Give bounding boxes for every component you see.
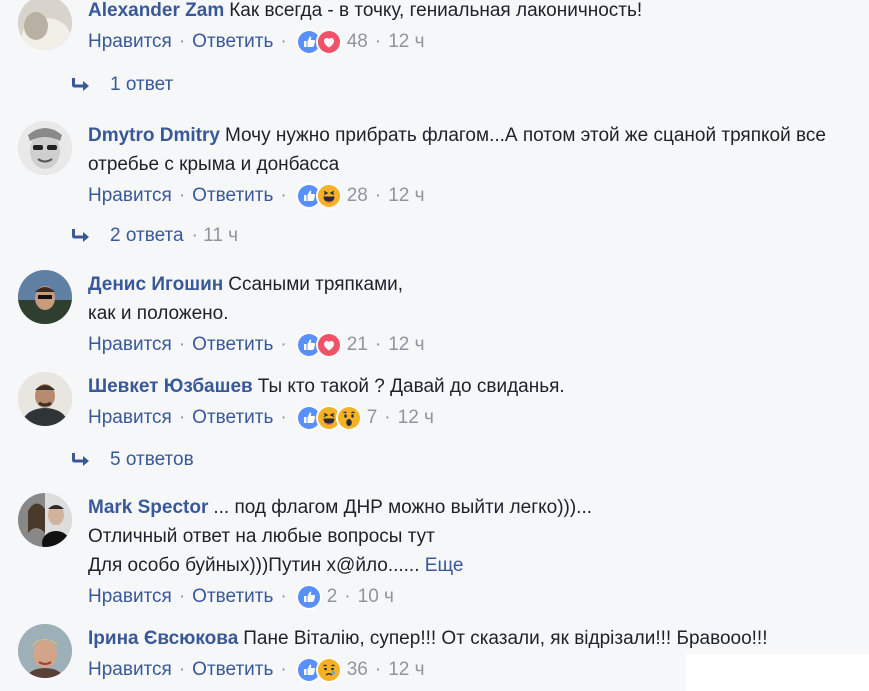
comment-text: Alexander Zam Как всегда - в точку, гениа…: [88, 0, 858, 25]
separator-dot: ·: [178, 586, 186, 607]
separator-dot: ·: [344, 586, 351, 607]
reactions-summary[interactable]: [295, 405, 362, 431]
like-reaction-icon: [295, 584, 322, 610]
reply-arrow-icon: [72, 453, 89, 466]
separator-dot: ·: [178, 659, 186, 680]
comment-timestamp[interactable]: 12 ч: [388, 185, 424, 207]
separator-dot: ·: [178, 31, 186, 52]
replies-count[interactable]: 1 ответ: [110, 74, 173, 96]
separator-dot: ·: [384, 407, 391, 428]
separator-dot: ·: [374, 334, 382, 355]
comment-author[interactable]: Mark Spector: [88, 497, 208, 518]
avatar[interactable]: [18, 270, 72, 324]
like-button[interactable]: Нравится: [88, 185, 172, 207]
comment-actions: Нравится · Ответить · 28 · 12 ч: [88, 181, 858, 211]
like-button[interactable]: Нравится: [88, 407, 172, 429]
comment-text: Mark Spector... под флагом ДНР можно вый…: [88, 493, 858, 580]
comment-body-line: как и положено.: [88, 303, 229, 324]
comment-body: Как всегда - в точку, гениальная лаконич…: [229, 0, 643, 21]
avatar[interactable]: [18, 493, 72, 547]
love-reaction-icon: [315, 29, 342, 55]
separator-dot: ·: [374, 659, 382, 680]
comment-body: ... под флагом ДНР можно выйти легко))).…: [213, 497, 593, 518]
reaction-count[interactable]: 28: [347, 185, 368, 207]
separator-dot: ·: [374, 31, 382, 52]
separator-dot: ·: [280, 334, 287, 355]
reply-button[interactable]: Ответить: [192, 659, 273, 681]
haha-reaction-icon: [315, 183, 342, 209]
separator-dot: ·: [178, 407, 186, 428]
comment-actions: Нравится · Ответить · 7 · 12 ч: [88, 403, 858, 433]
wow-reaction-icon: [335, 405, 362, 431]
reactions-summary[interactable]: [295, 29, 342, 55]
reply-button[interactable]: Ответить: [192, 586, 273, 608]
comment-timestamp[interactable]: 12 ч: [388, 31, 424, 53]
comment-author[interactable]: Шевкет Юзбашев: [88, 376, 253, 397]
reply-arrow-icon: [72, 229, 89, 242]
comment-body: Ссаными тряпками,: [228, 274, 404, 295]
replies-count[interactable]: 2 ответа: [110, 225, 184, 247]
separator-dot: ·: [178, 334, 186, 355]
like-button[interactable]: Нравится: [88, 334, 172, 356]
like-button[interactable]: Нравится: [88, 659, 172, 681]
comment-timestamp[interactable]: 12 ч: [398, 407, 434, 429]
avatar[interactable]: [18, 372, 72, 426]
separator-dot: ·: [280, 407, 287, 428]
comment-actions: Нравится · Ответить · 21 · 12 ч: [88, 330, 858, 360]
reaction-count[interactable]: 21: [347, 334, 368, 356]
love-reaction-icon: [315, 332, 342, 358]
comment-text: Ірина Євсюкова Пане Віталію, супер!!! От …: [88, 624, 858, 653]
separator-dot: ·: [280, 586, 287, 607]
comment-body: Ты кто такой ? Давай до свиданья.: [257, 376, 565, 397]
separator-dot: ·: [280, 659, 287, 680]
separator-dot: ·: [374, 185, 382, 206]
avatar[interactable]: [18, 121, 72, 175]
reply-button[interactable]: Ответить: [192, 407, 273, 429]
reactions-summary[interactable]: [295, 332, 342, 358]
reply-button[interactable]: Ответить: [192, 185, 273, 207]
reply-button[interactable]: Ответить: [192, 31, 273, 53]
comment-text: Шевкет Юзбашев Ты кто такой ? Давай до св…: [88, 372, 858, 401]
replies-count[interactable]: 5 ответов: [110, 449, 194, 471]
comment-text: Денис Игошин Ссаными тряпками, как и полож…: [88, 270, 858, 328]
overlay-patch: [686, 654, 869, 691]
separator-dot: ·: [178, 185, 186, 206]
reply-button[interactable]: Ответить: [192, 334, 273, 356]
see-more-link[interactable]: Еще: [425, 555, 464, 576]
comment-author[interactable]: Alexander Zam: [88, 0, 224, 21]
sad-reaction-icon: [315, 657, 342, 683]
comment-author[interactable]: Денис Игошин: [88, 274, 223, 295]
reaction-count[interactable]: 7: [367, 407, 378, 429]
separator-dot: ·: [280, 185, 287, 206]
replies-timestamp: · 11 ч: [191, 225, 239, 246]
comment-timestamp[interactable]: 10 ч: [358, 586, 394, 608]
view-replies-link[interactable]: 5 ответов: [68, 445, 194, 475]
reactions-summary[interactable]: [295, 584, 322, 610]
reactions-summary[interactable]: [295, 183, 342, 209]
comment-timestamp[interactable]: 12 ч: [388, 659, 424, 681]
separator-dot: ·: [280, 31, 287, 52]
view-replies-link[interactable]: 2 ответа · 11 ч: [68, 221, 238, 251]
comment-author[interactable]: Ірина Євсюкова: [88, 628, 238, 649]
comment-author[interactable]: Dmytro Dmitry: [88, 125, 220, 146]
comment-body: Пане Віталію, супер!!! От сказали, як ві…: [243, 628, 768, 649]
comment-actions: Нравится · Ответить · 48 · 12 ч: [88, 27, 858, 57]
comment-timestamp[interactable]: 12 ч: [388, 334, 424, 356]
avatar[interactable]: [18, 624, 72, 678]
comment-body-line: Для особо буйных)))Путин х@йло......: [88, 555, 420, 576]
reaction-count[interactable]: 36: [347, 659, 368, 681]
reactions-summary[interactable]: [295, 657, 342, 683]
view-replies-link[interactable]: 1 ответ: [68, 70, 173, 100]
reaction-count[interactable]: 2: [327, 586, 338, 608]
comment-actions: Нравится · Ответить · 2 · 10 ч: [88, 582, 858, 612]
reply-arrow-icon: [72, 78, 89, 91]
reaction-count[interactable]: 48: [347, 31, 368, 53]
comment-text: Dmytro Dmitry Мочу нужно прибрать флагом.…: [88, 121, 858, 179]
like-button[interactable]: Нравится: [88, 586, 172, 608]
like-button[interactable]: Нравится: [88, 31, 172, 53]
avatar[interactable]: [18, 0, 72, 50]
comment-body-line: Отличный ответ на любые вопросы тут: [88, 526, 435, 547]
